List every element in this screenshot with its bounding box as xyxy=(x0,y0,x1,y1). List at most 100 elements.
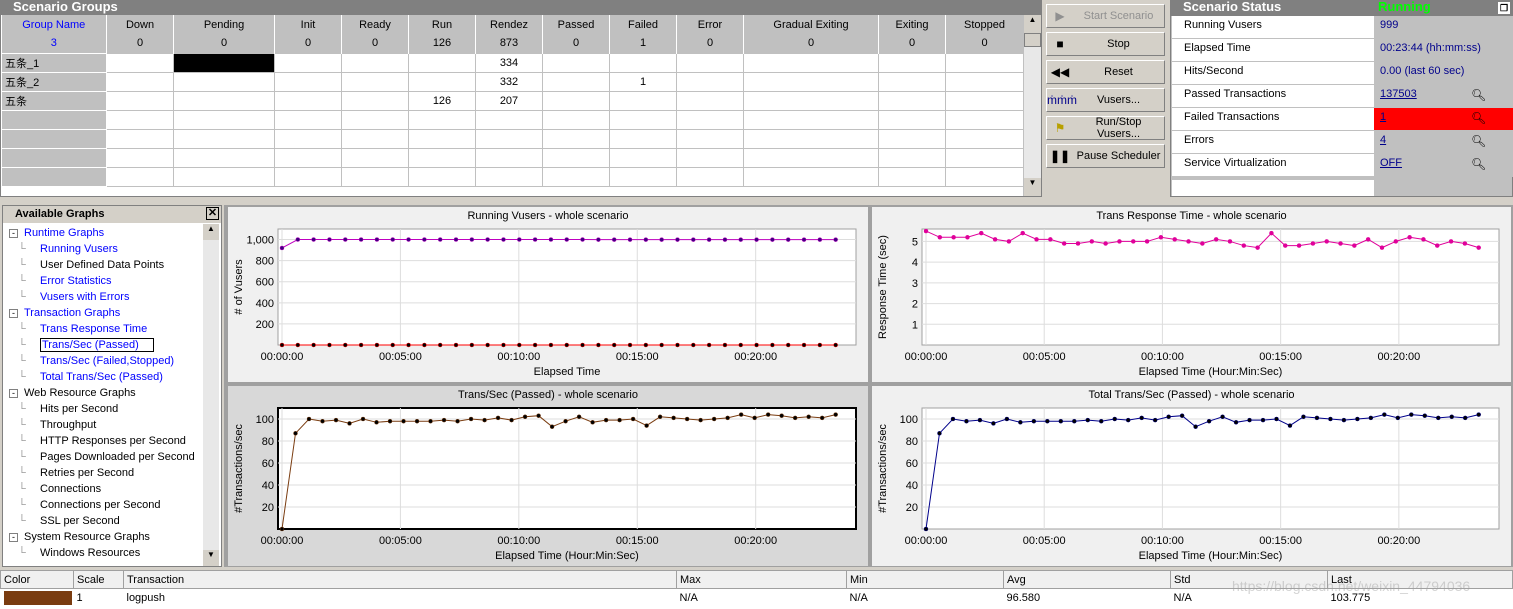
tree-item[interactable]: └ SSL per Second xyxy=(3,513,203,529)
column-header[interactable]: Exiting xyxy=(878,15,946,34)
tree-item[interactable]: └ Trans Response Time xyxy=(3,321,203,337)
trans-sec-passed-graph[interactable]: Trans/Sec (Passed) - whole scenario 20 40 6… xyxy=(228,386,868,566)
status-label: Failed Transactions xyxy=(1172,108,1374,130)
group-row[interactable] xyxy=(1,109,1024,130)
tree-item[interactable]: └ Retries per Second xyxy=(3,465,203,481)
group-cell xyxy=(945,147,1024,168)
tree-item[interactable]: └ Running Vusers xyxy=(3,241,203,257)
data-point xyxy=(1179,413,1185,418)
column-header[interactable]: Failed xyxy=(609,15,677,34)
status-link[interactable]: 1 xyxy=(1380,111,1386,123)
group-row[interactable] xyxy=(1,147,1024,168)
status-value[interactable]: 137503 🔍︎ xyxy=(1374,85,1513,107)
tree-item[interactable]: └ Windows Resources xyxy=(3,545,203,561)
groups-scrollbar[interactable]: ▲ ▼ xyxy=(1023,15,1041,196)
run-stop-vusers-button[interactable]: ⚑ Run/Stop Vusers... xyxy=(1046,116,1165,140)
data-point xyxy=(580,237,585,242)
column-header[interactable]: Run xyxy=(408,15,476,34)
group-row[interactable]: 五条_1 334 xyxy=(1,52,1024,73)
tree-item[interactable]: └ HTTP Responses per Second xyxy=(3,433,203,449)
tree-item[interactable]: └ Trans/Sec (Failed,Stopped) xyxy=(3,353,203,369)
legend-column-header[interactable]: Scale xyxy=(73,570,124,589)
running-vusers-graph[interactable]: Running Vusers - whole scenario 200 400 600… xyxy=(228,207,868,382)
group-row[interactable] xyxy=(1,128,1024,149)
trans-response-time-graph[interactable]: Trans Response Time - whole scenario 1 2 3 4… xyxy=(872,207,1511,382)
legend-column-header[interactable]: Min xyxy=(846,570,1004,589)
group-row[interactable] xyxy=(1,166,1024,187)
column-total: 873 xyxy=(475,34,543,53)
group-cell xyxy=(609,52,677,73)
tree-item[interactable]: - Runtime Graphs xyxy=(3,225,203,241)
tree-item[interactable]: └ Throughput xyxy=(3,417,203,433)
status-value[interactable]: 4 🔍︎ xyxy=(1374,131,1513,153)
status-value[interactable]: OFF 🔍︎ xyxy=(1374,154,1513,176)
legend-column-header[interactable]: Transaction xyxy=(123,570,677,589)
legend-column-header[interactable]: Max xyxy=(676,570,847,589)
tree-item[interactable]: - Transaction Graphs xyxy=(3,305,203,321)
tree-item-label: System Resource Graphs xyxy=(24,531,150,543)
collapse-icon[interactable]: - xyxy=(9,533,18,542)
status-link[interactable]: 137503 xyxy=(1380,88,1417,100)
restore-window-icon[interactable]: ❐ xyxy=(1498,2,1510,14)
tree-item[interactable]: └ Pages Downloaded per Second xyxy=(3,449,203,465)
magnifier-icon[interactable]: 🔍︎ xyxy=(1471,111,1486,125)
status-link[interactable]: 4 xyxy=(1380,134,1386,146)
data-point xyxy=(1448,239,1454,244)
status-value[interactable]: 1 🔍︎ xyxy=(1374,108,1513,130)
pause-scheduler-button[interactable]: ❚❚ Pause Scheduler xyxy=(1046,144,1165,168)
data-point xyxy=(792,415,798,421)
collapse-icon[interactable]: - xyxy=(9,389,18,398)
tree-item[interactable]: └ Trans/Sec (Passed) xyxy=(3,337,203,353)
column-header[interactable]: Stopped xyxy=(945,15,1024,34)
total-trans-sec-graph[interactable]: Total Trans/Sec (Passed) - whole scenari… xyxy=(872,386,1511,566)
group-name-cell[interactable]: 五条_2 xyxy=(1,71,107,92)
vusers-button[interactable]: ṁṁṁ Vusers... xyxy=(1046,88,1165,112)
group-row[interactable]: 五条_2 332 1 xyxy=(1,71,1024,92)
magnifier-icon[interactable]: 🔍︎ xyxy=(1471,157,1486,171)
column-header[interactable]: Ready xyxy=(341,15,409,34)
column-header[interactable]: Init xyxy=(274,15,342,34)
group-row[interactable]: 五条 126 207 xyxy=(1,90,1024,111)
column-header[interactable]: Down xyxy=(106,15,174,34)
close-icon[interactable]: ✕ xyxy=(206,207,219,220)
magnifier-icon[interactable]: 🔍︎ xyxy=(1471,134,1486,148)
tree-item[interactable]: └ Hits per Second xyxy=(3,401,203,417)
collapse-icon[interactable]: - xyxy=(9,309,18,318)
tree-item[interactable]: └ Total Trans/Sec (Passed) xyxy=(3,369,203,385)
tree-line: └ xyxy=(18,259,26,271)
group-name-cell[interactable] xyxy=(1,128,107,149)
column-header[interactable]: Error xyxy=(676,15,744,34)
tree-item[interactable]: └ User Defined Data Points xyxy=(3,257,203,273)
legend-column-header[interactable]: Color xyxy=(0,570,74,589)
column-header[interactable]: Gradual Exiting xyxy=(743,15,879,34)
status-link[interactable]: OFF xyxy=(1380,157,1402,169)
group-cell xyxy=(676,128,744,149)
tree-item[interactable]: - Web Resource Graphs xyxy=(3,385,203,401)
group-cell xyxy=(106,147,174,168)
tree-item[interactable]: └ Connections per Second xyxy=(3,497,203,513)
tree-item[interactable]: - System Resource Graphs xyxy=(3,529,203,545)
reset-button[interactable]: ◀◀ Reset xyxy=(1046,60,1165,84)
legend-column-header[interactable]: Avg xyxy=(1003,570,1171,589)
group-name-cell[interactable]: 五条_1 xyxy=(1,52,107,73)
column-header[interactable]: Pending xyxy=(173,15,275,34)
series-color-swatch[interactable] xyxy=(1,589,74,607)
start-scenario-button[interactable]: ▶ Start Scenario xyxy=(1046,4,1165,28)
tree-scrollbar[interactable]: ▲ ▼ xyxy=(203,224,219,566)
tree-item-label: Running Vusers xyxy=(40,243,118,255)
magnifier-icon[interactable]: 🔍︎ xyxy=(1471,88,1486,102)
collapse-icon[interactable]: - xyxy=(9,229,18,238)
data-point xyxy=(675,237,680,242)
data-point xyxy=(1462,241,1468,246)
group-name-cell[interactable]: 五条 xyxy=(1,90,107,111)
stop-button[interactable]: ■ Stop xyxy=(1046,32,1165,56)
group-name-cell[interactable] xyxy=(1,109,107,130)
column-header[interactable]: Passed xyxy=(542,15,610,34)
tree-item[interactable]: └ Error Statistics xyxy=(3,273,203,289)
group-name-cell[interactable] xyxy=(1,147,107,168)
column-header[interactable]: Rendez xyxy=(475,15,543,34)
tree-item[interactable]: └ Vusers with Errors xyxy=(3,289,203,305)
tree-item[interactable]: └ Connections xyxy=(3,481,203,497)
column-header[interactable]: Group Name xyxy=(1,15,107,34)
group-name-cell[interactable] xyxy=(1,166,107,187)
